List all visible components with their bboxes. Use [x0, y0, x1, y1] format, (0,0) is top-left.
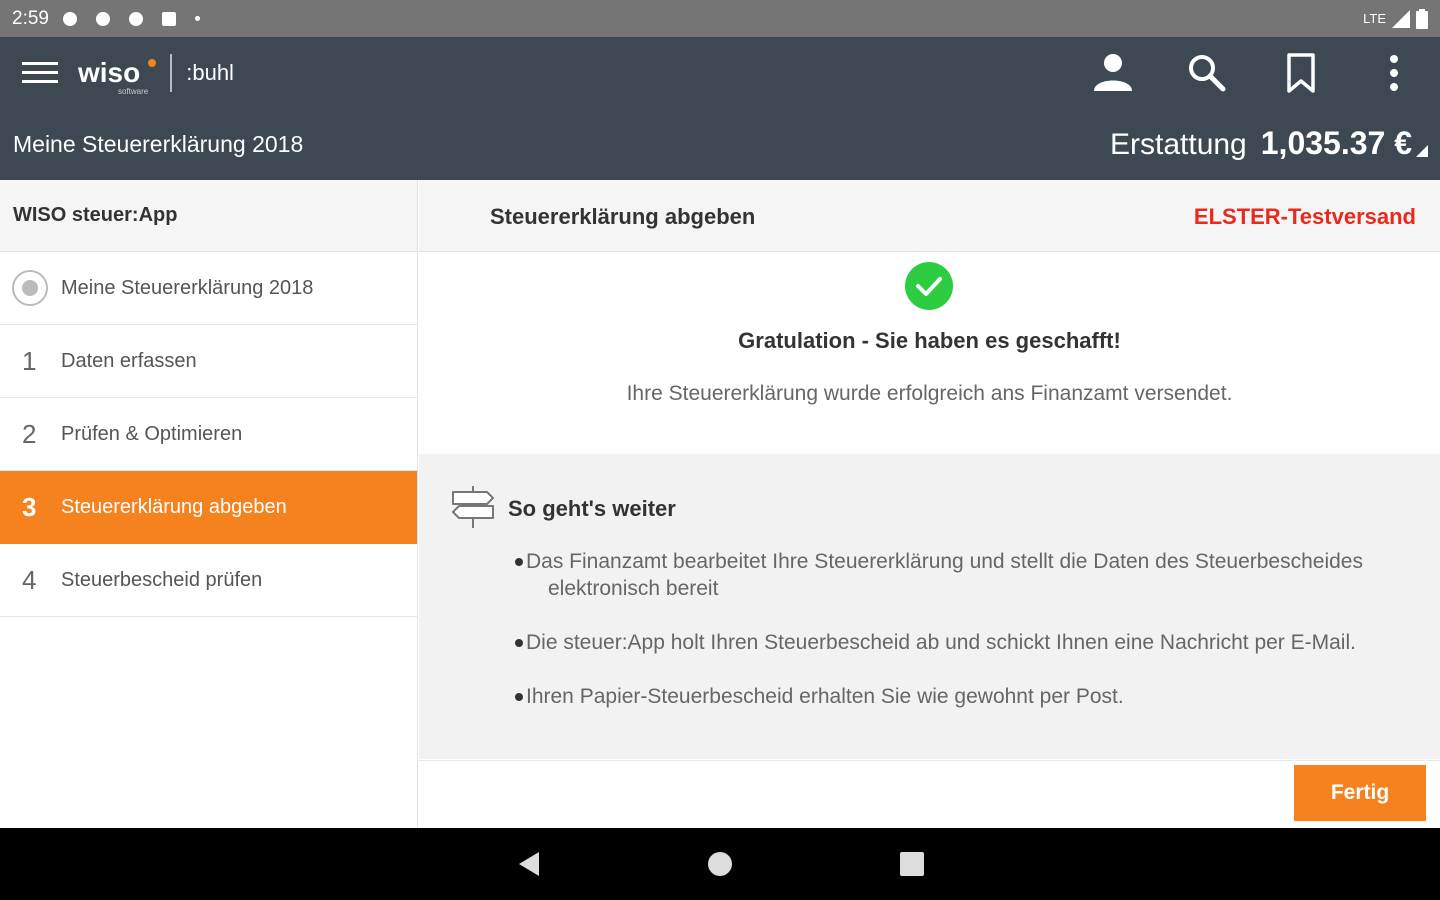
- recents-icon[interactable]: [898, 850, 926, 878]
- wiso-logo: wiso software: [78, 57, 157, 96]
- sidebar-item-daten-erfassen[interactable]: 1 Daten erfassen: [0, 325, 417, 398]
- next-steps-panel: So geht's weiter Das Finanzamt bearbeite…: [419, 454, 1440, 759]
- status-right: LTE: [1363, 8, 1428, 29]
- step-number: 1: [22, 345, 37, 376]
- notification-icon: [62, 11, 77, 26]
- download-icon: [161, 11, 176, 26]
- user-icon[interactable]: [1091, 51, 1135, 95]
- search-icon[interactable]: [1185, 51, 1229, 95]
- notification-icon: [128, 11, 143, 26]
- back-icon[interactable]: [515, 850, 543, 878]
- main-content: Steuererklärung abgeben ELSTER-Testversa…: [419, 180, 1440, 828]
- list-item: Die steuer:App holt Ihren Steuerbescheid…: [515, 629, 1415, 656]
- system-nav-bar: [0, 828, 1440, 900]
- signal-icon: [1392, 9, 1410, 28]
- more-vert-icon[interactable]: [1372, 51, 1416, 95]
- tax-summary-bar: Meine Steuererklärung 2018 Erstattung 1,…: [0, 109, 1440, 180]
- refund-display[interactable]: Erstattung 1,035.37 €: [1110, 125, 1412, 162]
- next-steps-list: Das Finanzamt bearbeitet Ihre Steuererkl…: [515, 548, 1415, 737]
- congrats-heading: Gratulation - Sie haben es geschafft!: [738, 328, 1121, 353]
- sidebar-item-label: Prüfen & Optimieren: [61, 422, 243, 445]
- footer-divider: [419, 760, 1440, 761]
- expand-corner-icon: [1416, 145, 1428, 157]
- refund-value: 1,035.37 €: [1260, 125, 1412, 161]
- list-item: Das Finanzamt bearbeitet Ihre Steuererkl…: [515, 548, 1415, 602]
- bookmark-icon[interactable]: [1279, 51, 1323, 95]
- page-title: Steuererklärung abgeben: [490, 204, 756, 229]
- done-button[interactable]: Fertig: [1294, 765, 1426, 821]
- network-type: LTE: [1363, 11, 1386, 26]
- app-logo: wiso software :buhl: [78, 51, 234, 96]
- app-bar: wiso software :buhl: [0, 37, 1440, 109]
- sidebar-item-label: Steuererklärung abgeben: [61, 495, 287, 518]
- elster-test-badge: ELSTER-Testversand: [1193, 204, 1416, 229]
- logo-divider: [170, 54, 173, 92]
- sidebar-item-label: Steuerbescheid prüfen: [61, 568, 263, 591]
- buhl-logo: :buhl: [186, 60, 234, 85]
- status-time: 2:59: [12, 7, 49, 29]
- sidebar-header: WISO steuer:App: [0, 180, 417, 252]
- sidebar-item-label: Meine Steuererklärung 2018: [61, 276, 314, 299]
- sidebar-item-pruefen-optimieren[interactable]: 2 Prüfen & Optimieren: [0, 398, 417, 471]
- check-circle-icon: [905, 262, 953, 310]
- menu-icon[interactable]: [22, 62, 58, 84]
- signpost-icon: [452, 486, 494, 528]
- success-section: Gratulation - Sie haben es geschafft! Ih…: [419, 252, 1440, 454]
- content-header: Steuererklärung abgeben ELSTER-Testversa…: [419, 180, 1440, 252]
- refund-label: Erstattung: [1110, 128, 1247, 161]
- sidebar-item-abgeben[interactable]: 3 Steuererklärung abgeben: [0, 471, 417, 544]
- sidebar: WISO steuer:App Meine Steuererklärung 20…: [0, 180, 418, 828]
- home-icon[interactable]: [706, 850, 734, 878]
- step-number: 4: [22, 564, 37, 595]
- status-bar: 2:59 LTE: [0, 0, 1440, 37]
- sent-message: Ihre Steuererklärung wurde erfolgreich a…: [626, 382, 1233, 405]
- sidebar-item-overview[interactable]: Meine Steuererklärung 2018: [0, 252, 417, 325]
- sidebar-item-steuerbescheid[interactable]: 4 Steuerbescheid prüfen: [0, 544, 417, 617]
- step-number: 2: [22, 418, 37, 449]
- sidebar-item-label: Daten erfassen: [61, 349, 197, 372]
- radio-icon: [12, 270, 48, 306]
- list-item: Ihren Papier-Steuerbescheid erhalten Sie…: [515, 683, 1415, 710]
- step-number: 3: [22, 491, 37, 522]
- more-notifications-dot-icon: [194, 16, 200, 21]
- battery-icon: [1416, 8, 1428, 29]
- next-steps-heading: So geht's weiter: [508, 496, 676, 521]
- notification-icon: [95, 11, 110, 26]
- tax-return-title: Meine Steuererklärung 2018: [13, 131, 304, 157]
